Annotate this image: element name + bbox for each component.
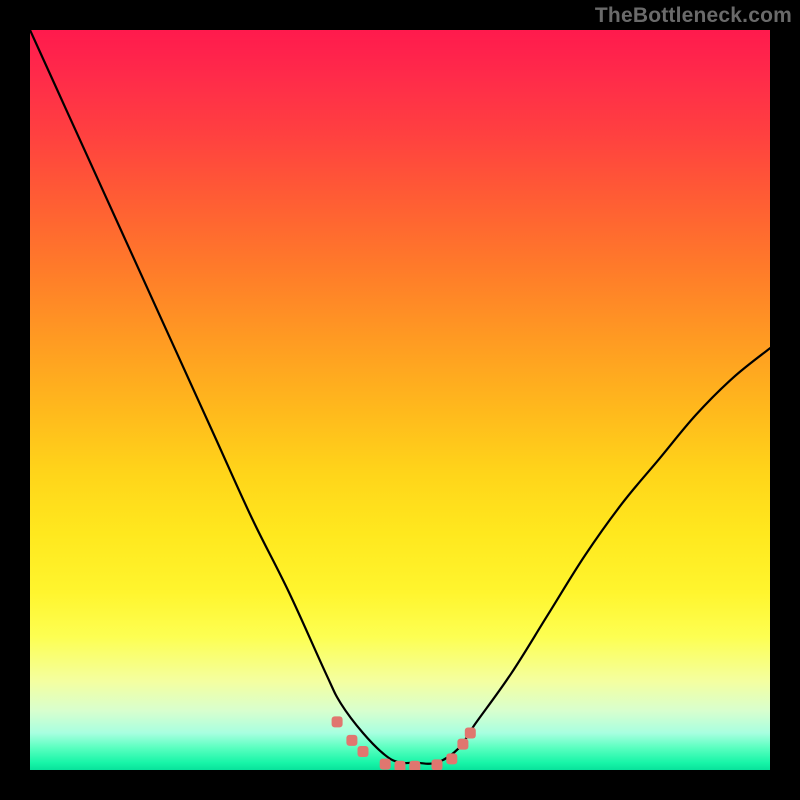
near-zero-marker: [358, 746, 369, 757]
near-zero-marker: [380, 759, 391, 770]
bottleneck-curve-line: [30, 30, 770, 764]
near-zero-marker: [395, 761, 406, 770]
near-zero-marker: [446, 753, 457, 764]
plot-area: [30, 30, 770, 770]
near-zero-marker: [346, 735, 357, 746]
near-zero-marker: [432, 759, 443, 770]
curve-layer: [30, 30, 770, 770]
near-zero-marker-group: [332, 716, 476, 770]
near-zero-marker: [465, 728, 476, 739]
near-zero-marker: [457, 739, 468, 750]
near-zero-marker: [409, 761, 420, 770]
chart-stage: TheBottleneck.com: [0, 0, 800, 800]
near-zero-marker: [332, 716, 343, 727]
watermark-text: TheBottleneck.com: [595, 4, 792, 28]
